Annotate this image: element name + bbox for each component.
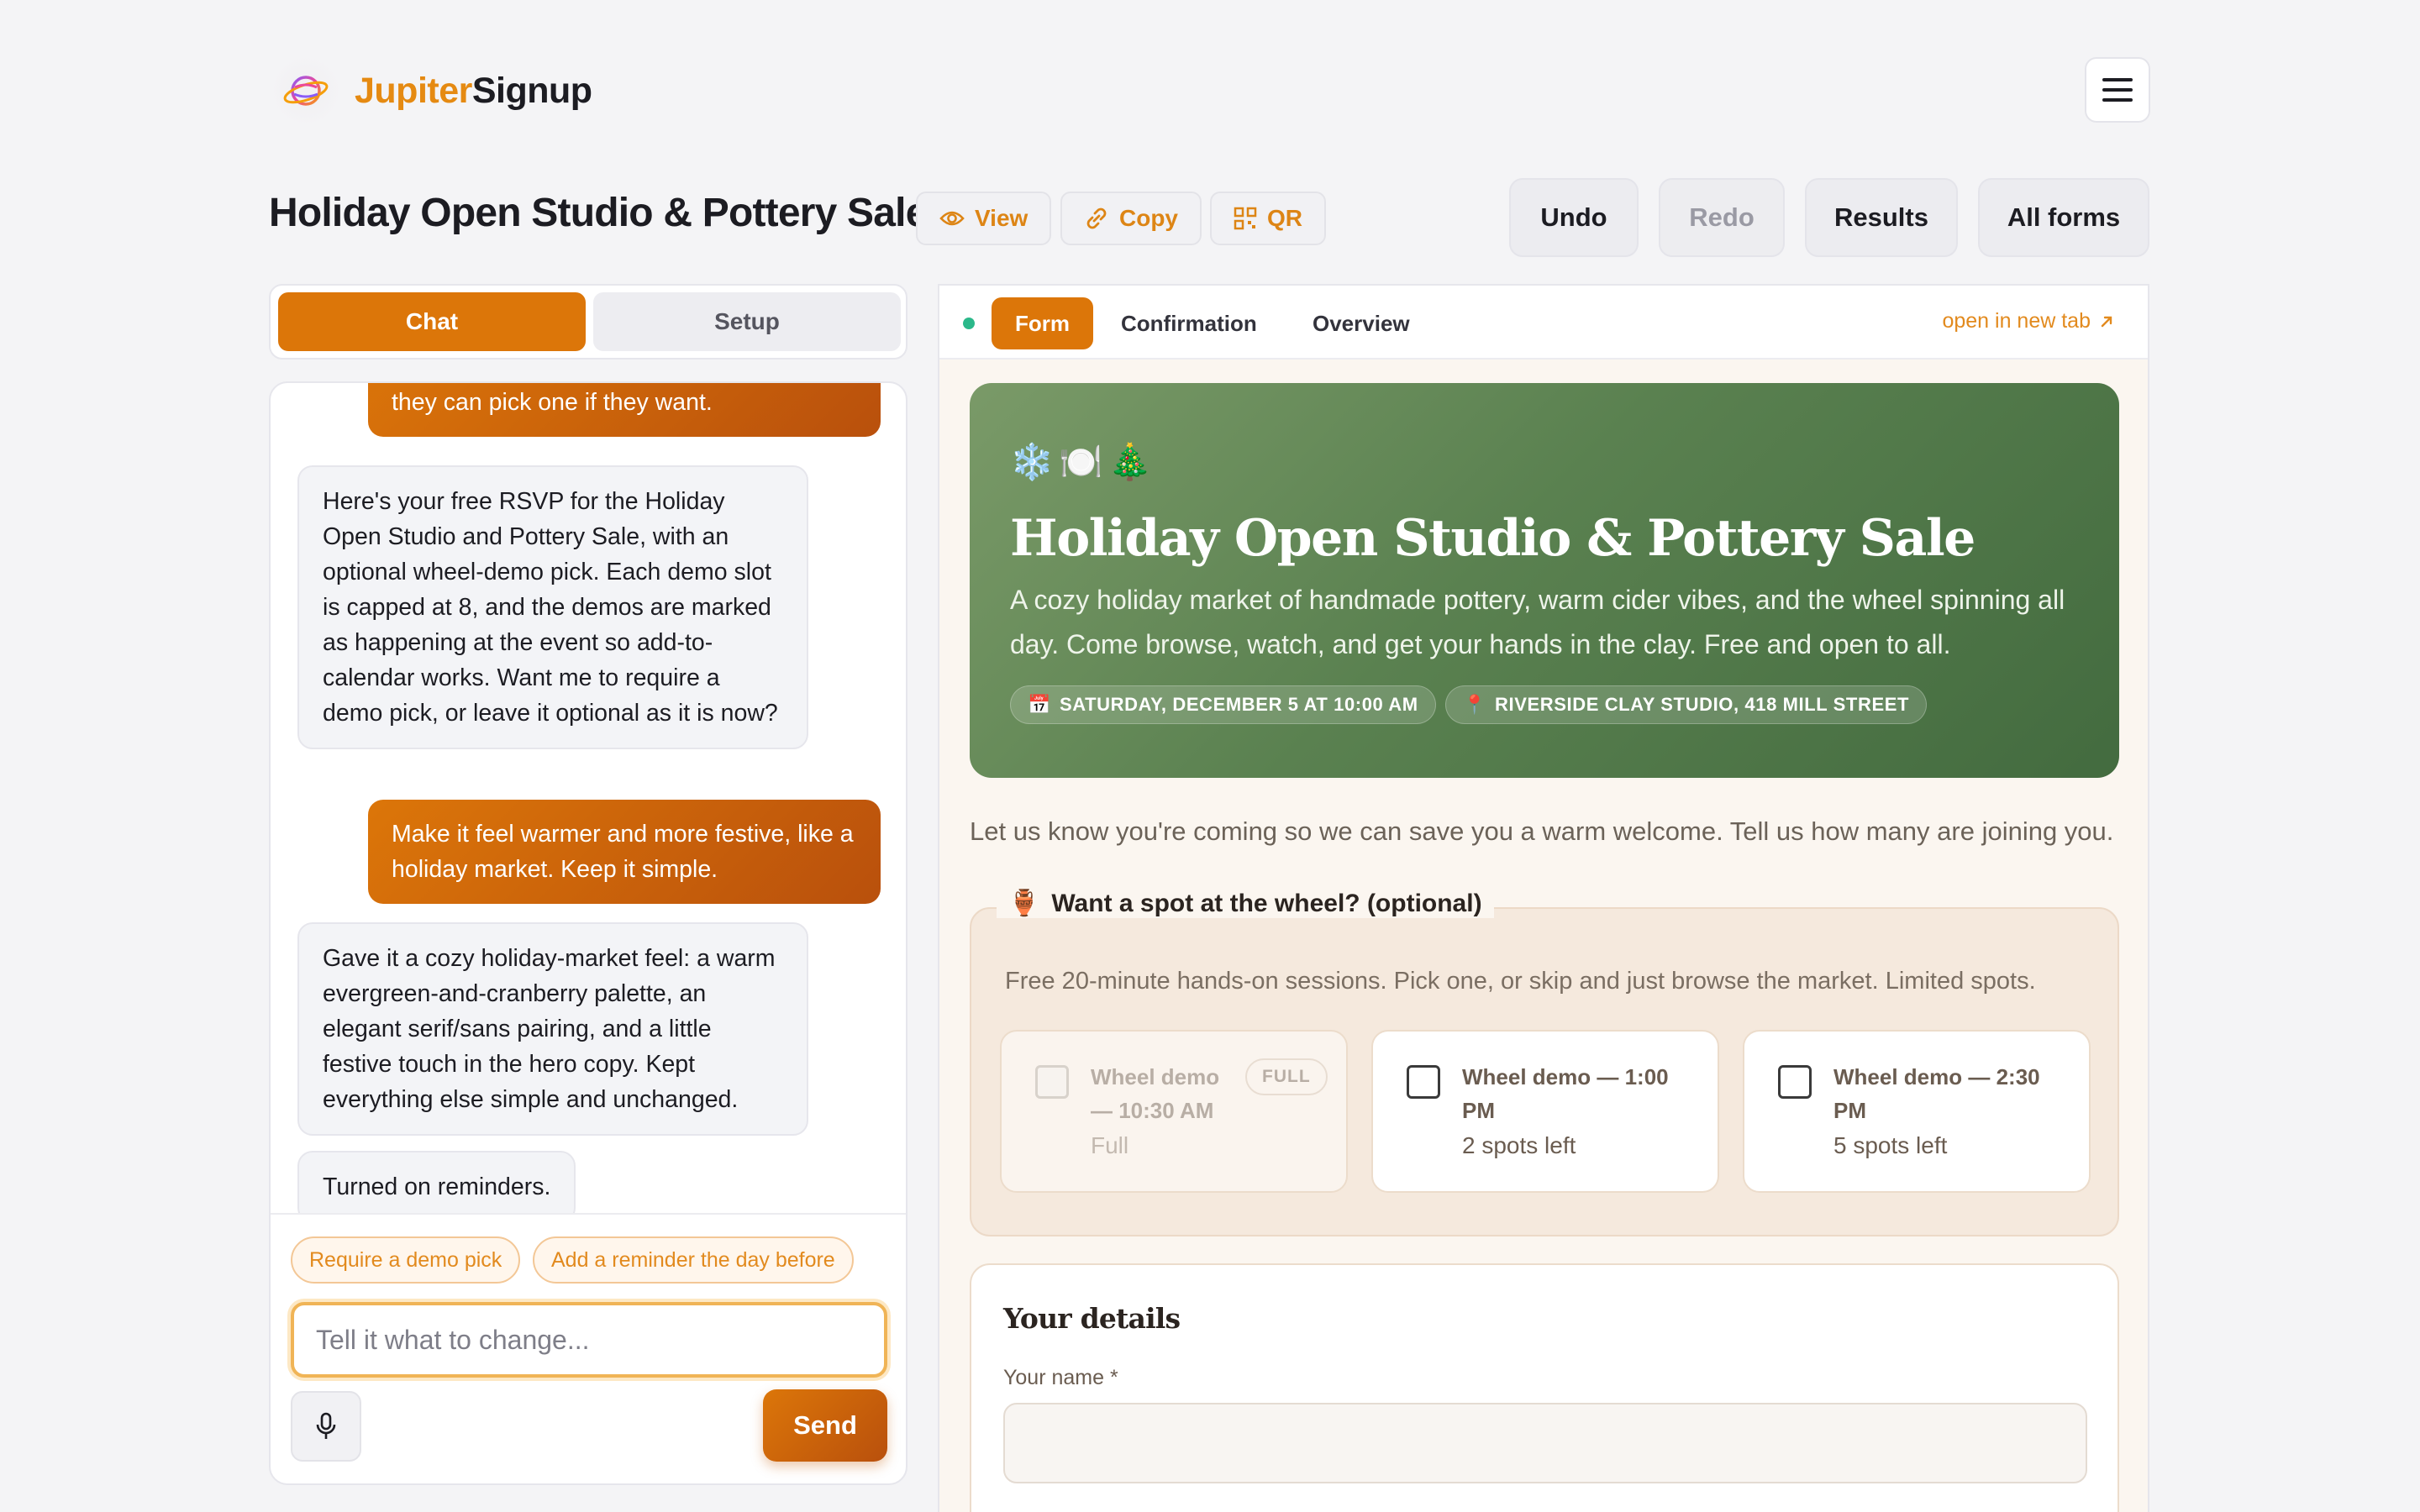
tab-confirmation[interactable]: Confirmation [1097, 297, 1281, 349]
copy-label: Copy [1119, 205, 1178, 231]
eye-icon [939, 211, 965, 226]
demo-slot-option: Wheel demo — 10:30 AM FULL Full [1000, 1030, 1348, 1193]
tab-chat[interactable]: Chat [278, 292, 586, 351]
chat-panel: to 30, Free and 1-3, 3 people each, and … [269, 381, 908, 1485]
microphone-icon [316, 1412, 336, 1439]
assistant-message: Turned on reminders. [297, 1151, 576, 1213]
hero-title: Holiday Open Studio & Pottery Sale [1010, 509, 1975, 568]
location-text: RIVERSIDE CLAY STUDIO, 418 MILL STREET [1495, 694, 1910, 715]
assistant-message: Here's your free RSVP for the Holiday Op… [297, 465, 808, 749]
chat-messages[interactable]: to 30, Free and 1-3, 3 people each, and … [271, 383, 906, 1215]
demo-legend-text: Want a spot at the wheel? (optional) [1051, 889, 1482, 917]
qr-button[interactable]: QR [1210, 192, 1326, 245]
brand-name: JupiterSignup [355, 70, 592, 111]
location-badge: 📍 RIVERSIDE CLAY STUDIO, 418 MILL STREET [1445, 685, 1928, 724]
pin-icon: 📍 [1463, 694, 1486, 715]
live-status-dot [963, 318, 975, 329]
view-label: View [975, 205, 1028, 231]
page-title: Holiday Open Studio & Pottery Sale [269, 191, 928, 235]
demo-description: Free 20-minute hands-on sessions. Pick o… [1005, 968, 2036, 995]
tab-overview[interactable]: Overview [1289, 297, 1434, 349]
external-arrow-icon [2101, 316, 2112, 327]
hero-emoji: ❄️🍽️🎄 [1010, 442, 1157, 481]
assistant-message: Gave it a cozy holiday-market feel: a wa… [297, 922, 808, 1136]
name-label: Your name * [1003, 1366, 1118, 1389]
slot-checkbox[interactable] [1778, 1065, 1812, 1099]
demo-slot-option[interactable]: Wheel demo — 1:00 PM 2 spots left [1371, 1030, 1719, 1193]
date-text: SATURDAY, DECEMBER 5 AT 10:00 AM [1060, 694, 1418, 715]
tab-setup[interactable]: Setup [593, 292, 901, 351]
all-forms-button[interactable]: All forms [1978, 178, 2149, 257]
link-icon [1086, 207, 1107, 229]
form-intro: Let us know you're coming so we can save… [970, 816, 2114, 846]
chat-input[interactable] [291, 1302, 887, 1378]
copy-button[interactable]: Copy [1060, 192, 1202, 245]
calendar-icon: 📅 [1028, 694, 1051, 715]
results-button[interactable]: Results [1805, 178, 1958, 257]
redo-button[interactable]: Redo [1659, 178, 1785, 257]
hamburger-icon [2102, 78, 2133, 102]
details-title: Your details [1003, 1302, 1181, 1335]
slot-title: Wheel demo — 2:30 PM [1833, 1064, 2040, 1123]
qr-label: QR [1267, 205, 1302, 231]
slot-status: Full [1091, 1132, 1129, 1158]
slot-checkbox[interactable] [1407, 1065, 1440, 1099]
open-new-tab-link[interactable]: open in new tab [1942, 309, 2114, 333]
send-button[interactable]: Send [763, 1389, 887, 1462]
slot-status: 2 spots left [1462, 1132, 1576, 1158]
date-badge: 📅 SATURDAY, DECEMBER 5 AT 10:00 AM [1010, 685, 1436, 724]
full-badge: FULL [1245, 1058, 1328, 1095]
menu-button[interactable] [2085, 57, 2150, 123]
slot-title: Wheel demo — 1:00 PM [1462, 1064, 1669, 1123]
suggestion-chip[interactable]: Require a demo pick [291, 1236, 521, 1284]
form-preview: Form Confirmation Overview open in new t… [938, 284, 2149, 1512]
slot-checkbox [1035, 1065, 1069, 1099]
user-message: to 30, Free and 1-3, 3 people each, and … [368, 383, 881, 437]
demo-legend: 🏺 Want a spot at the wheel? (optional) [997, 889, 1494, 918]
pottery-vase-icon: 🏺 [1008, 890, 1040, 917]
hero-banner: ❄️🍽️🎄 Holiday Open Studio & Pottery Sale… [970, 383, 2119, 778]
details-card: Your details Your name * [970, 1263, 2119, 1512]
demo-slot-option[interactable]: Wheel demo — 2:30 PM 5 spots left [1743, 1030, 2091, 1193]
brand-logo[interactable]: JupiterSignup [269, 54, 592, 128]
microphone-button[interactable] [291, 1391, 361, 1462]
hero-description: A cozy holiday market of handmade potter… [1010, 585, 2065, 659]
view-button[interactable]: View [916, 192, 1052, 245]
open-new-tab-label: open in new tab [1942, 309, 2091, 333]
name-input[interactable] [1003, 1403, 2087, 1483]
user-message: Make it feel warmer and more festive, li… [368, 800, 881, 904]
planet-logo-icon [269, 54, 343, 128]
tab-form[interactable]: Form [992, 297, 1093, 349]
qr-code-icon [1234, 207, 1257, 230]
suggestion-chip[interactable]: Add a reminder the day before [533, 1236, 854, 1284]
slot-status: 5 spots left [1833, 1132, 1948, 1158]
panel-tabs: Chat Setup [269, 284, 908, 360]
preview-tabs: Form Confirmation Overview open in new t… [939, 286, 2148, 360]
slot-title: Wheel demo — 10:30 AM [1091, 1064, 1220, 1123]
undo-button[interactable]: Undo [1509, 178, 1639, 257]
